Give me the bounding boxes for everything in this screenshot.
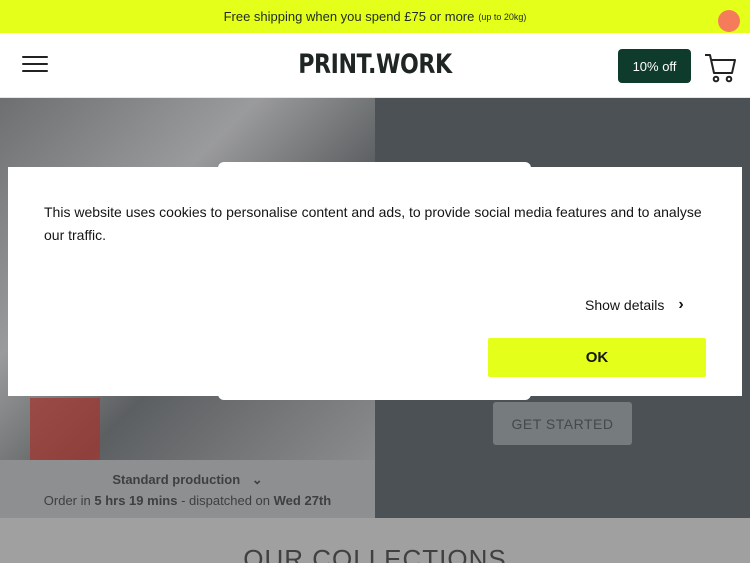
cookie-ok-button[interactable]: OK [488, 338, 706, 377]
chevron-down-icon[interactable]: ⌄ [252, 472, 263, 487]
show-details-link[interactable]: Show details › [585, 296, 684, 314]
get-started-button[interactable]: GET STARTED [493, 402, 632, 445]
order-countdown: 5 hrs 19 mins [94, 493, 178, 508]
show-details-label: Show details [585, 297, 665, 313]
promo-text: Free shipping when you spend £75 or more [223, 9, 475, 24]
promo-note: (up to 20kg) [478, 11, 527, 22]
promo-banner: Free shipping when you spend £75 or more… [0, 0, 750, 33]
cart-badge [718, 10, 740, 32]
discount-button[interactable]: 10% off [618, 49, 691, 83]
production-selector[interactable]: Standard production [112, 472, 240, 487]
site-logo[interactable]: PRINT.WORK [68, 49, 683, 80]
cookie-message: This website uses cookies to personalise… [44, 204, 702, 243]
shopping-cart-icon[interactable] [702, 49, 738, 85]
collections-section: OUR COLLECTIONS [0, 518, 750, 563]
hamburger-menu-icon[interactable] [22, 56, 48, 74]
collections-title: OUR COLLECTIONS [243, 544, 507, 563]
production-info: Standard production ⌄ Order in 5 hrs 19 … [0, 460, 375, 518]
order-prefix: Order in [43, 493, 91, 508]
cookie-banner: This website uses cookies to personalise… [8, 167, 742, 396]
chevron-right-icon: › [678, 296, 684, 313]
dispatch-date: Wed 27th [273, 493, 332, 508]
dispatch-text: - dispatched on [181, 493, 271, 508]
site-header: PRINT.WORK 10% off [0, 33, 750, 98]
